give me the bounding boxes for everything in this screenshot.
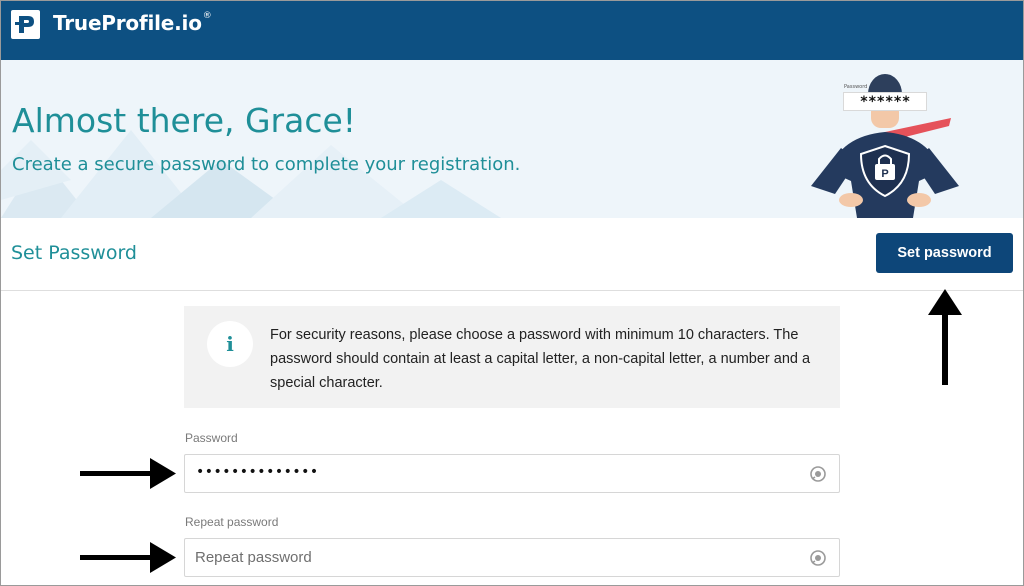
- set-password-button[interactable]: Set password: [876, 233, 1013, 273]
- page-frame: TrueProfile.io® Almost there, Grace! Cre…: [0, 0, 1024, 586]
- password-requirements-notice: i For security reasons, please choose a …: [184, 306, 840, 408]
- hero-subtitle: Create a secure password to complete you…: [12, 154, 521, 175]
- password-field[interactable]: ••••••••••••••: [184, 454, 840, 493]
- password-label: Password: [185, 431, 238, 445]
- info-icon: i: [207, 321, 253, 367]
- repeat-password-input[interactable]: [195, 539, 795, 576]
- hero-title: Almost there, Grace!: [12, 101, 357, 140]
- hero-banner: Almost there, Grace! Create a secure pas…: [1, 60, 1023, 218]
- arrow-right-icon: [80, 458, 176, 489]
- section-header: Set Password Set password: [1, 218, 1023, 291]
- arrow-up-icon: [928, 289, 962, 385]
- password-visibility-icon[interactable]: [809, 465, 827, 483]
- mascot-password-label: Password: [844, 84, 868, 90]
- section-title: Set Password: [11, 242, 137, 264]
- trademark-symbol: ®: [202, 11, 212, 22]
- notice-text: For security reasons, please choose a pa…: [270, 327, 811, 391]
- svg-text:P: P: [881, 168, 888, 180]
- trueprofile-logo-icon[interactable]: [11, 10, 40, 39]
- repeat-password-field[interactable]: [184, 538, 840, 577]
- top-bar: TrueProfile.io®: [1, 1, 1023, 60]
- arrow-right-icon: [80, 542, 176, 573]
- security-mascot-illustration: P: [811, 74, 959, 218]
- repeat-password-label: Repeat password: [185, 515, 279, 529]
- mascot-password-box: ******: [843, 92, 927, 111]
- repeat-password-visibility-icon[interactable]: [809, 549, 827, 567]
- brand-name[interactable]: TrueProfile.io®: [53, 11, 212, 35]
- password-masked-value: ••••••••••••••: [196, 464, 319, 480]
